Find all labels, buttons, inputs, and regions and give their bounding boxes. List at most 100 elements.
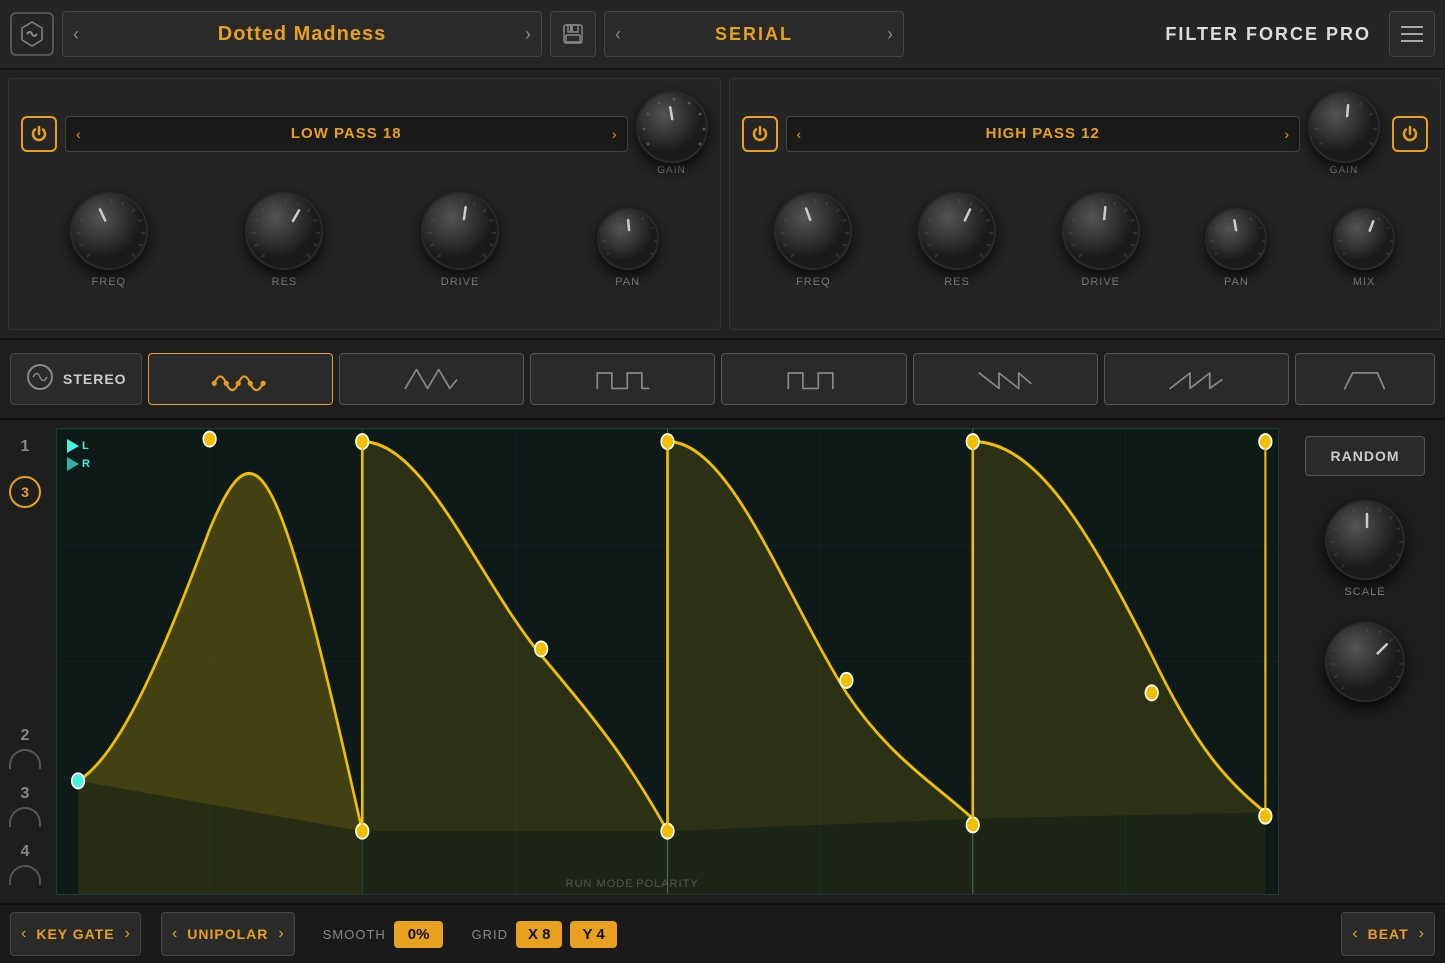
save-button[interactable] bbox=[550, 11, 596, 57]
main-content: 1 3 2 3 4 bbox=[0, 420, 1445, 903]
filter2-panel: ‹ HIGH PASS 12 › bbox=[729, 78, 1442, 330]
grid-section: GRID X 8 Y 4 bbox=[471, 921, 616, 948]
filter2-pan-label: PAN bbox=[1224, 276, 1249, 288]
filter1-freq-group: FREQ bbox=[70, 192, 148, 288]
filter2-mix-label: MIX bbox=[1353, 276, 1376, 288]
grid-x-value[interactable]: X 8 bbox=[516, 921, 563, 948]
filter2-pan-knob[interactable] bbox=[1205, 208, 1267, 270]
step-1-item[interactable]: 1 bbox=[0, 430, 50, 464]
run-mode-label: RUN MODE bbox=[566, 878, 634, 890]
scale-label: SCALE bbox=[1344, 586, 1385, 598]
run-mode-prev[interactable]: ‹ bbox=[21, 925, 26, 943]
filter1-freq-knob[interactable] bbox=[70, 192, 148, 270]
filter1-freq-label: FREQ bbox=[92, 276, 127, 288]
step-4-item[interactable]: 4 bbox=[0, 835, 50, 893]
lfo-grid-svg bbox=[57, 429, 1278, 894]
serial-name: SERIAL bbox=[633, 24, 875, 45]
filter1-res-label: RES bbox=[272, 276, 298, 288]
filter1-gain-knob[interactable] bbox=[636, 91, 708, 163]
step-2-item[interactable]: 2 bbox=[0, 719, 50, 777]
step-3-badge-item[interactable]: 3 bbox=[0, 468, 50, 516]
l-arrow-icon bbox=[67, 439, 79, 453]
filter1-drive-label: DRIVE bbox=[441, 276, 480, 288]
waveform-step-button[interactable] bbox=[721, 353, 906, 405]
rate-knob[interactable] bbox=[1325, 622, 1405, 702]
filter1-type-name: LOW PASS 18 bbox=[91, 125, 602, 142]
filter2-power-button[interactable] bbox=[742, 116, 778, 152]
filter2-res-label: RES bbox=[944, 276, 970, 288]
main-container: ‹ Dotted Madness › ‹ SERIAL › FILTER FOR… bbox=[0, 0, 1445, 963]
polarity-value: UNIPOLAR bbox=[187, 926, 268, 942]
waveform-ramp-button[interactable] bbox=[1104, 353, 1289, 405]
bottom-bar: ‹ KEY GATE › ‹ UNIPOLAR › SMOOTH 0% GRID… bbox=[0, 903, 1445, 963]
filter2-type-next[interactable]: › bbox=[1284, 126, 1289, 142]
filter2-res-group: RES bbox=[918, 192, 996, 288]
lfo-steps-left: 1 3 2 3 4 bbox=[0, 420, 50, 903]
filter2-freq-knob[interactable] bbox=[774, 192, 852, 270]
filter1-power-button[interactable] bbox=[21, 116, 57, 152]
grid-y-value[interactable]: Y 4 bbox=[570, 921, 616, 948]
playhead-r: R bbox=[67, 457, 90, 471]
filter1-pan-knob[interactable] bbox=[597, 208, 659, 270]
step-2-arc bbox=[9, 749, 41, 769]
filter2-mix-group: MIX bbox=[1333, 208, 1395, 288]
filter1-res-knob[interactable] bbox=[245, 192, 323, 270]
filter2-type-name: HIGH PASS 12 bbox=[811, 125, 1274, 142]
filters-section: ‹ LOW PASS 18 › bbox=[0, 70, 1445, 340]
filter2-gain-knob[interactable] bbox=[1308, 91, 1380, 163]
preset-name: Dotted Madness bbox=[91, 23, 513, 46]
waveform-peak-button[interactable] bbox=[1295, 353, 1435, 405]
filter2-power-button-2[interactable] bbox=[1392, 116, 1428, 152]
step-3-num: 3 bbox=[21, 785, 30, 803]
beat-prev[interactable]: ‹ bbox=[1352, 925, 1357, 943]
filter1-pan-label: PAN bbox=[615, 276, 640, 288]
preset-next-button[interactable]: › bbox=[525, 24, 531, 45]
waveform-triangle-button[interactable] bbox=[339, 353, 524, 405]
step-3-circle: 3 bbox=[9, 476, 41, 508]
filter1-panel: ‹ LOW PASS 18 › bbox=[8, 78, 721, 330]
filter2-mix-knob[interactable] bbox=[1333, 208, 1395, 270]
filter1-drive-knob[interactable] bbox=[421, 192, 499, 270]
smooth-section: SMOOTH 0% bbox=[323, 921, 444, 948]
beat-nav: ‹ BEAT › bbox=[1341, 912, 1435, 956]
l-label: L bbox=[82, 440, 89, 452]
waveform-saw-down-button[interactable] bbox=[913, 353, 1098, 405]
waveform-sine-button[interactable] bbox=[148, 353, 333, 405]
menu-button[interactable] bbox=[1389, 11, 1435, 57]
preset-prev-button[interactable]: ‹ bbox=[73, 24, 79, 45]
serial-nav: ‹ SERIAL › bbox=[604, 11, 904, 57]
lfo-graph[interactable]: L R RUN MODE POLARITY bbox=[56, 428, 1279, 895]
filter2-type-prev[interactable]: ‹ bbox=[797, 126, 802, 142]
playhead-group: L R bbox=[67, 439, 90, 471]
step-4-arc bbox=[9, 865, 41, 885]
filter1-pan-group: PAN bbox=[597, 208, 659, 288]
filter2-freq-label: FREQ bbox=[796, 276, 831, 288]
filter1-type-prev[interactable]: ‹ bbox=[76, 126, 81, 142]
stereo-icon bbox=[25, 362, 55, 397]
run-mode-next[interactable]: › bbox=[125, 925, 130, 943]
menu-line-3 bbox=[1401, 40, 1423, 42]
polarity-prev[interactable]: ‹ bbox=[172, 925, 177, 943]
polarity-nav: ‹ UNIPOLAR › bbox=[161, 912, 295, 956]
filter2-res-knob[interactable] bbox=[918, 192, 996, 270]
waveform-square-button[interactable] bbox=[530, 353, 715, 405]
filter1-type-next[interactable]: › bbox=[612, 126, 617, 142]
serial-prev-button[interactable]: ‹ bbox=[615, 24, 621, 45]
run-mode-nav: ‹ KEY GATE › bbox=[10, 912, 141, 956]
filter2-freq-group: FREQ bbox=[774, 192, 852, 288]
stereo-button[interactable]: STEREO bbox=[10, 353, 142, 405]
filter1-knobs-row: FREQ bbox=[21, 192, 708, 288]
scale-knob[interactable] bbox=[1325, 500, 1405, 580]
filter2-drive-knob[interactable] bbox=[1062, 192, 1140, 270]
filter1-gain-label: GAIN bbox=[657, 165, 685, 176]
preset-nav: ‹ Dotted Madness › bbox=[62, 11, 542, 57]
lfo-section: STEREO bbox=[0, 340, 1445, 420]
scale-group: SCALE bbox=[1325, 500, 1405, 598]
polarity-next[interactable]: › bbox=[278, 925, 283, 943]
step-3-item[interactable]: 3 bbox=[0, 777, 50, 835]
smooth-label: SMOOTH bbox=[323, 927, 386, 942]
serial-next-button[interactable]: › bbox=[887, 24, 893, 45]
step-2-num: 2 bbox=[21, 727, 30, 745]
beat-next[interactable]: › bbox=[1419, 925, 1424, 943]
random-button[interactable]: RANDOM bbox=[1305, 436, 1425, 476]
